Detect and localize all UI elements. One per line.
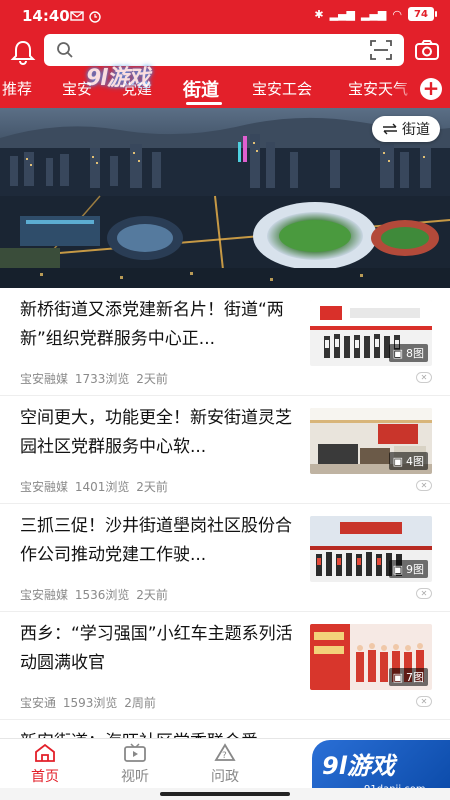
switch-street-label: 街道 <box>402 122 430 138</box>
active-tab-indicator <box>186 102 222 105</box>
mail-icon <box>70 11 84 21</box>
bell-icon[interactable] <box>10 38 36 66</box>
news-source: 宝安融媒 <box>20 480 69 494</box>
news-source: 宝安通 <box>20 696 57 710</box>
news-time: 2天前 <box>136 588 168 602</box>
news-time: 2周前 <box>124 696 156 710</box>
news-thumbnail[interactable]: ▣ 8图 <box>310 300 432 366</box>
home-indicator <box>160 792 290 796</box>
dismiss-button[interactable]: ✕ <box>416 372 432 383</box>
camera-icon[interactable] <box>414 38 440 62</box>
status-bar: 14:40 ✱ ▂▄▆ ▂▄▆ ◠ 74 <box>0 0 450 34</box>
signal-icon: ▂▄▆ <box>329 7 355 21</box>
wifi-icon: ◠ <box>392 7 402 21</box>
channel-tabs: 推荐 宝安 党建 街道 宝安工会 宝安天气 + <box>0 72 450 108</box>
news-time: 2天前 <box>136 480 168 494</box>
image-count: 9图 <box>406 563 424 576</box>
news-views: 1536浏览 <box>74 588 130 602</box>
image-count: 8图 <box>406 347 424 360</box>
dismiss-button[interactable]: ✕ <box>416 588 432 599</box>
image-icon: ▣ <box>392 670 403 684</box>
image-count: 4图 <box>406 455 424 468</box>
news-item[interactable]: 三抓三促！沙井街道壆岗社区股份合作公司推动党建工作驶... 宝安融媒 1536浏… <box>0 504 450 612</box>
alarm-icon <box>89 11 101 23</box>
tabs-fade <box>396 72 416 108</box>
news-views: 1593浏览 <box>62 696 118 710</box>
news-title[interactable]: 三抓三促！沙井街道壆岗社区股份合作公司推动党建工作驶... <box>20 512 304 570</box>
nav-home-label: 首页 <box>31 769 59 785</box>
news-meta: 宝安融媒 1401浏览 2天前 <box>20 478 171 495</box>
watermark-logo: 9l游戏 <box>322 752 395 780</box>
switch-street-button[interactable]: 街道 <box>372 116 440 142</box>
news-source: 宝安融媒 <box>20 372 69 386</box>
home-icon <box>35 743 55 762</box>
news-time: 2天前 <box>136 372 168 386</box>
nav-ask[interactable]: ? 问政 <box>195 743 255 786</box>
video-icon <box>124 743 146 762</box>
image-icon: ▣ <box>392 562 403 576</box>
add-channel-button[interactable]: + <box>420 78 442 100</box>
nav-video-label: 视听 <box>121 769 149 785</box>
tab-union[interactable]: 宝安工会 <box>252 78 312 99</box>
dismiss-button[interactable]: ✕ <box>416 480 432 491</box>
news-meta: 宝安通 1593浏览 2周前 <box>20 694 159 711</box>
news-item[interactable]: 新安街道：海旺社区党委联合爱 <box>0 720 450 752</box>
image-count-badge: ▣ 8图 <box>388 344 428 362</box>
switch-arrows-icon <box>383 123 397 135</box>
search-input[interactable] <box>80 38 350 62</box>
news-title[interactable]: 新桥街道又添党建新名片！街道“两新”组织党群服务中心正... <box>20 296 304 354</box>
search-icon <box>57 42 73 58</box>
news-source: 宝安融媒 <box>20 588 69 602</box>
nav-ask-label: 问政 <box>211 769 239 785</box>
signal-icon-2: ▂▄▆ <box>361 7 387 21</box>
question-icon: ? <box>214 743 236 761</box>
status-right-icons: ✱ ▂▄▆ ▂▄▆ ◠ 74 <box>314 7 437 21</box>
news-views: 1733浏览 <box>74 372 130 386</box>
image-count-badge: ▣ 7图 <box>388 668 428 686</box>
battery-indicator: 74 <box>408 7 437 21</box>
nav-home[interactable]: 首页 <box>15 743 75 786</box>
news-item[interactable]: 新桥街道又添党建新名片！街道“两新”组织党群服务中心正... 宝安融媒 1733… <box>0 288 450 396</box>
search-row <box>0 34 450 72</box>
news-meta: 宝安融媒 1733浏览 2天前 <box>20 370 171 387</box>
news-title[interactable]: 空间更大，功能更全！新安街道灵芝园社区党群服务中心软... <box>20 404 304 462</box>
news-views: 1401浏览 <box>74 480 130 494</box>
nav-video[interactable]: 视听 <box>105 743 165 786</box>
gesture-bar <box>0 788 450 800</box>
image-count-badge: ▣ 9图 <box>388 560 428 578</box>
image-icon: ▣ <box>392 454 403 468</box>
bluetooth-icon: ✱ <box>314 7 324 21</box>
dismiss-button[interactable]: ✕ <box>416 696 432 707</box>
scan-icon[interactable] <box>370 40 392 60</box>
image-icon: ▣ <box>392 346 403 360</box>
news-title[interactable]: 西乡：“学习强国”小红车主题系列活动圆满收官 <box>20 620 304 678</box>
news-meta: 宝安融媒 1536浏览 2天前 <box>20 586 171 603</box>
image-count-badge: ▣ 4图 <box>388 452 428 470</box>
image-count: 7图 <box>406 671 424 684</box>
news-thumbnail[interactable]: ▣ 4图 <box>310 408 432 474</box>
news-item[interactable]: 西乡：“学习强国”小红车主题系列活动圆满收官 宝安通 1593浏览 2周前 ▣ … <box>0 612 450 720</box>
news-item[interactable]: 空间更大，功能更全！新安街道灵芝园社区党群服务中心软... 宝安融媒 1401浏… <box>0 396 450 504</box>
news-thumbnail[interactable]: ▣ 7图 <box>310 624 432 690</box>
tab-street[interactable]: 街道 <box>183 76 219 102</box>
banner-image[interactable]: 街道 <box>0 108 450 288</box>
tab-recommend[interactable]: 推荐 <box>2 78 32 99</box>
news-thumbnail[interactable]: ▣ 9图 <box>310 516 432 582</box>
watermark-logo-top: 9l游戏 <box>86 66 150 91</box>
svg-text:?: ? <box>222 751 227 761</box>
status-time: 14:40 <box>22 7 70 25</box>
